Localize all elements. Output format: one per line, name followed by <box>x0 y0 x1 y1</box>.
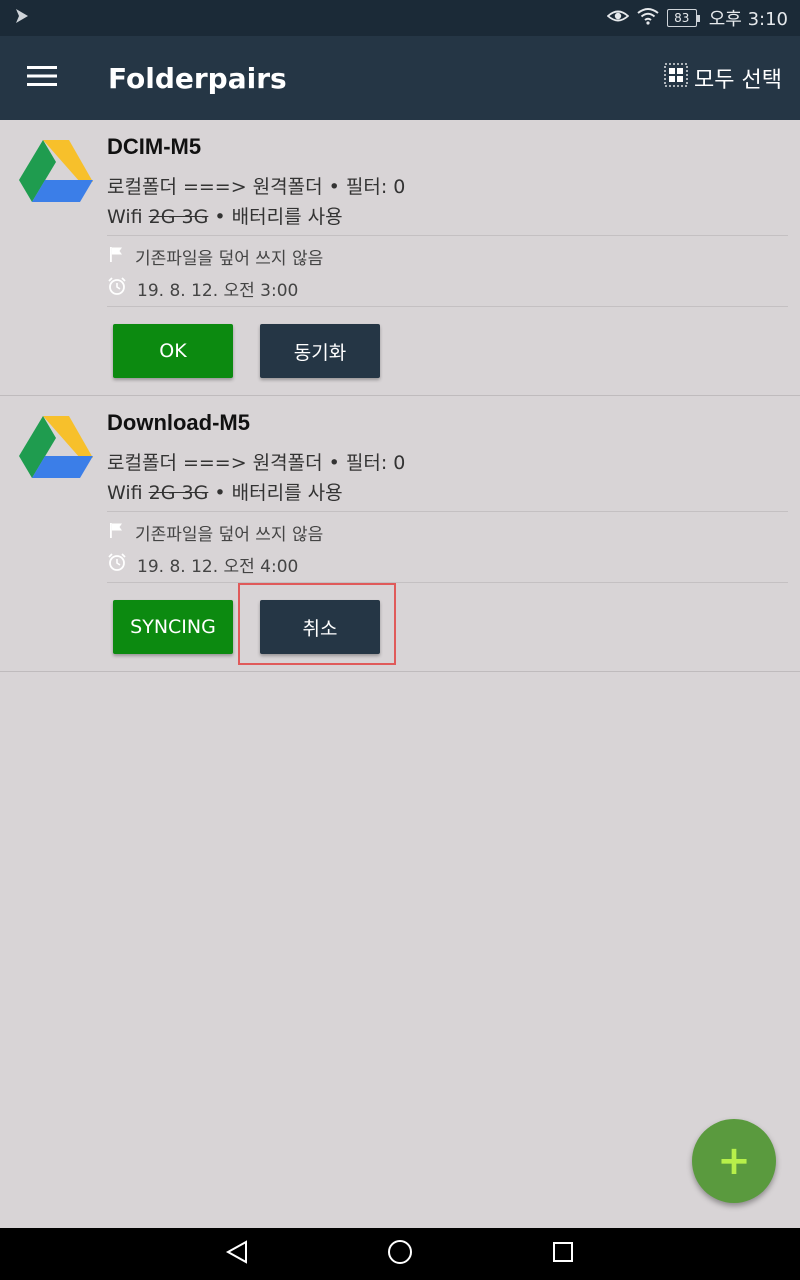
select-all-button[interactable]: 모두 선택 <box>664 62 782 94</box>
flag-icon <box>107 245 125 268</box>
network-wifi-label: Wifi <box>107 482 143 504</box>
sync-button[interactable]: 동기화 <box>260 324 380 378</box>
network-wifi-label: Wifi <box>107 206 143 228</box>
home-button[interactable] <box>365 1228 435 1280</box>
select-all-label: 모두 선택 <box>694 68 782 93</box>
menu-button[interactable] <box>0 36 84 120</box>
cancel-button[interactable]: 취소 <box>260 600 380 654</box>
network-disabled-label: 2G 3G <box>148 482 209 504</box>
page-title: Folderpairs <box>108 61 287 95</box>
network-disabled-label: 2G 3G <box>148 206 209 228</box>
home-circle-icon <box>386 1238 414 1270</box>
overwrite-setting: 기존파일을 덮어 쓰지 않음 <box>107 520 323 545</box>
google-drive-icon <box>18 138 94 202</box>
alarm-clock-icon <box>107 276 127 301</box>
add-folderpair-button[interactable]: + <box>692 1119 776 1203</box>
schedule-setting: 19. 8. 12. 오전 4:00 <box>107 552 298 577</box>
folder-name: DCIM-M5 <box>107 134 202 159</box>
overwrite-setting: 기존파일을 덮어 쓰지 않음 <box>107 244 323 269</box>
status-bar: 83 오후 3:10 <box>0 0 800 36</box>
battery-usage-label: • 배터리를 사용 <box>214 206 343 228</box>
recents-square-icon <box>551 1240 575 1268</box>
status-syncing-button[interactable]: SYNCING <box>113 600 233 654</box>
screen: 83 오후 3:10 Folderpairs 모두 선택 DCIM-M5 로컬폴… <box>0 0 800 1280</box>
hamburger-menu-icon <box>26 64 58 92</box>
network-conditions-text: Wifi 2G 3G • 배터리를 사용 <box>107 202 343 229</box>
folder-name: Download-M5 <box>107 410 250 435</box>
eye-comfort-icon <box>606 7 630 30</box>
overwrite-text: 기존파일을 덮어 쓰지 않음 <box>135 249 324 269</box>
navigation-bar <box>0 1228 800 1280</box>
flag-icon <box>107 521 125 544</box>
status-time: 오후 3:10 <box>708 9 788 30</box>
overwrite-text: 기존파일을 덮어 쓰지 않음 <box>135 525 324 545</box>
status-ok-button[interactable]: OK <box>113 324 233 378</box>
battery-usage-label: • 배터리를 사용 <box>214 482 343 504</box>
divider <box>107 582 788 583</box>
schedule-text: 19. 8. 12. 오전 3:00 <box>137 281 299 301</box>
schedule-setting: 19. 8. 12. 오전 3:00 <box>107 276 298 301</box>
back-button[interactable] <box>202 1228 272 1280</box>
google-drive-icon <box>18 414 94 478</box>
back-triangle-icon <box>224 1239 250 1269</box>
divider <box>107 511 788 512</box>
sync-direction-text: 로컬폴더 ===> 원격폴더 • 필터: 0 <box>107 176 406 198</box>
wifi-icon <box>637 7 659 30</box>
recents-button[interactable] <box>528 1228 598 1280</box>
folder-pair-item[interactable]: Download-M5 로컬폴더 ===> 원격폴더 • 필터: 0 Wifi … <box>0 396 800 672</box>
battery-indicator: 83 <box>666 9 700 27</box>
schedule-text: 19. 8. 12. 오전 4:00 <box>137 557 299 577</box>
network-conditions-text: Wifi 2G 3G • 배터리를 사용 <box>107 478 343 505</box>
plus-icon: + <box>717 1138 751 1184</box>
divider <box>107 235 788 236</box>
app-bar: Folderpairs 모두 선택 <box>0 36 800 120</box>
alarm-clock-icon <box>107 552 127 577</box>
grid-select-icon <box>664 63 688 93</box>
divider <box>107 306 788 307</box>
folder-pair-item[interactable]: DCIM-M5 로컬폴더 ===> 원격폴더 • 필터: 0 Wifi 2G 3… <box>0 120 800 396</box>
app-notification-icon <box>12 6 32 31</box>
sync-direction-text: 로컬폴더 ===> 원격폴더 • 필터: 0 <box>107 452 406 474</box>
